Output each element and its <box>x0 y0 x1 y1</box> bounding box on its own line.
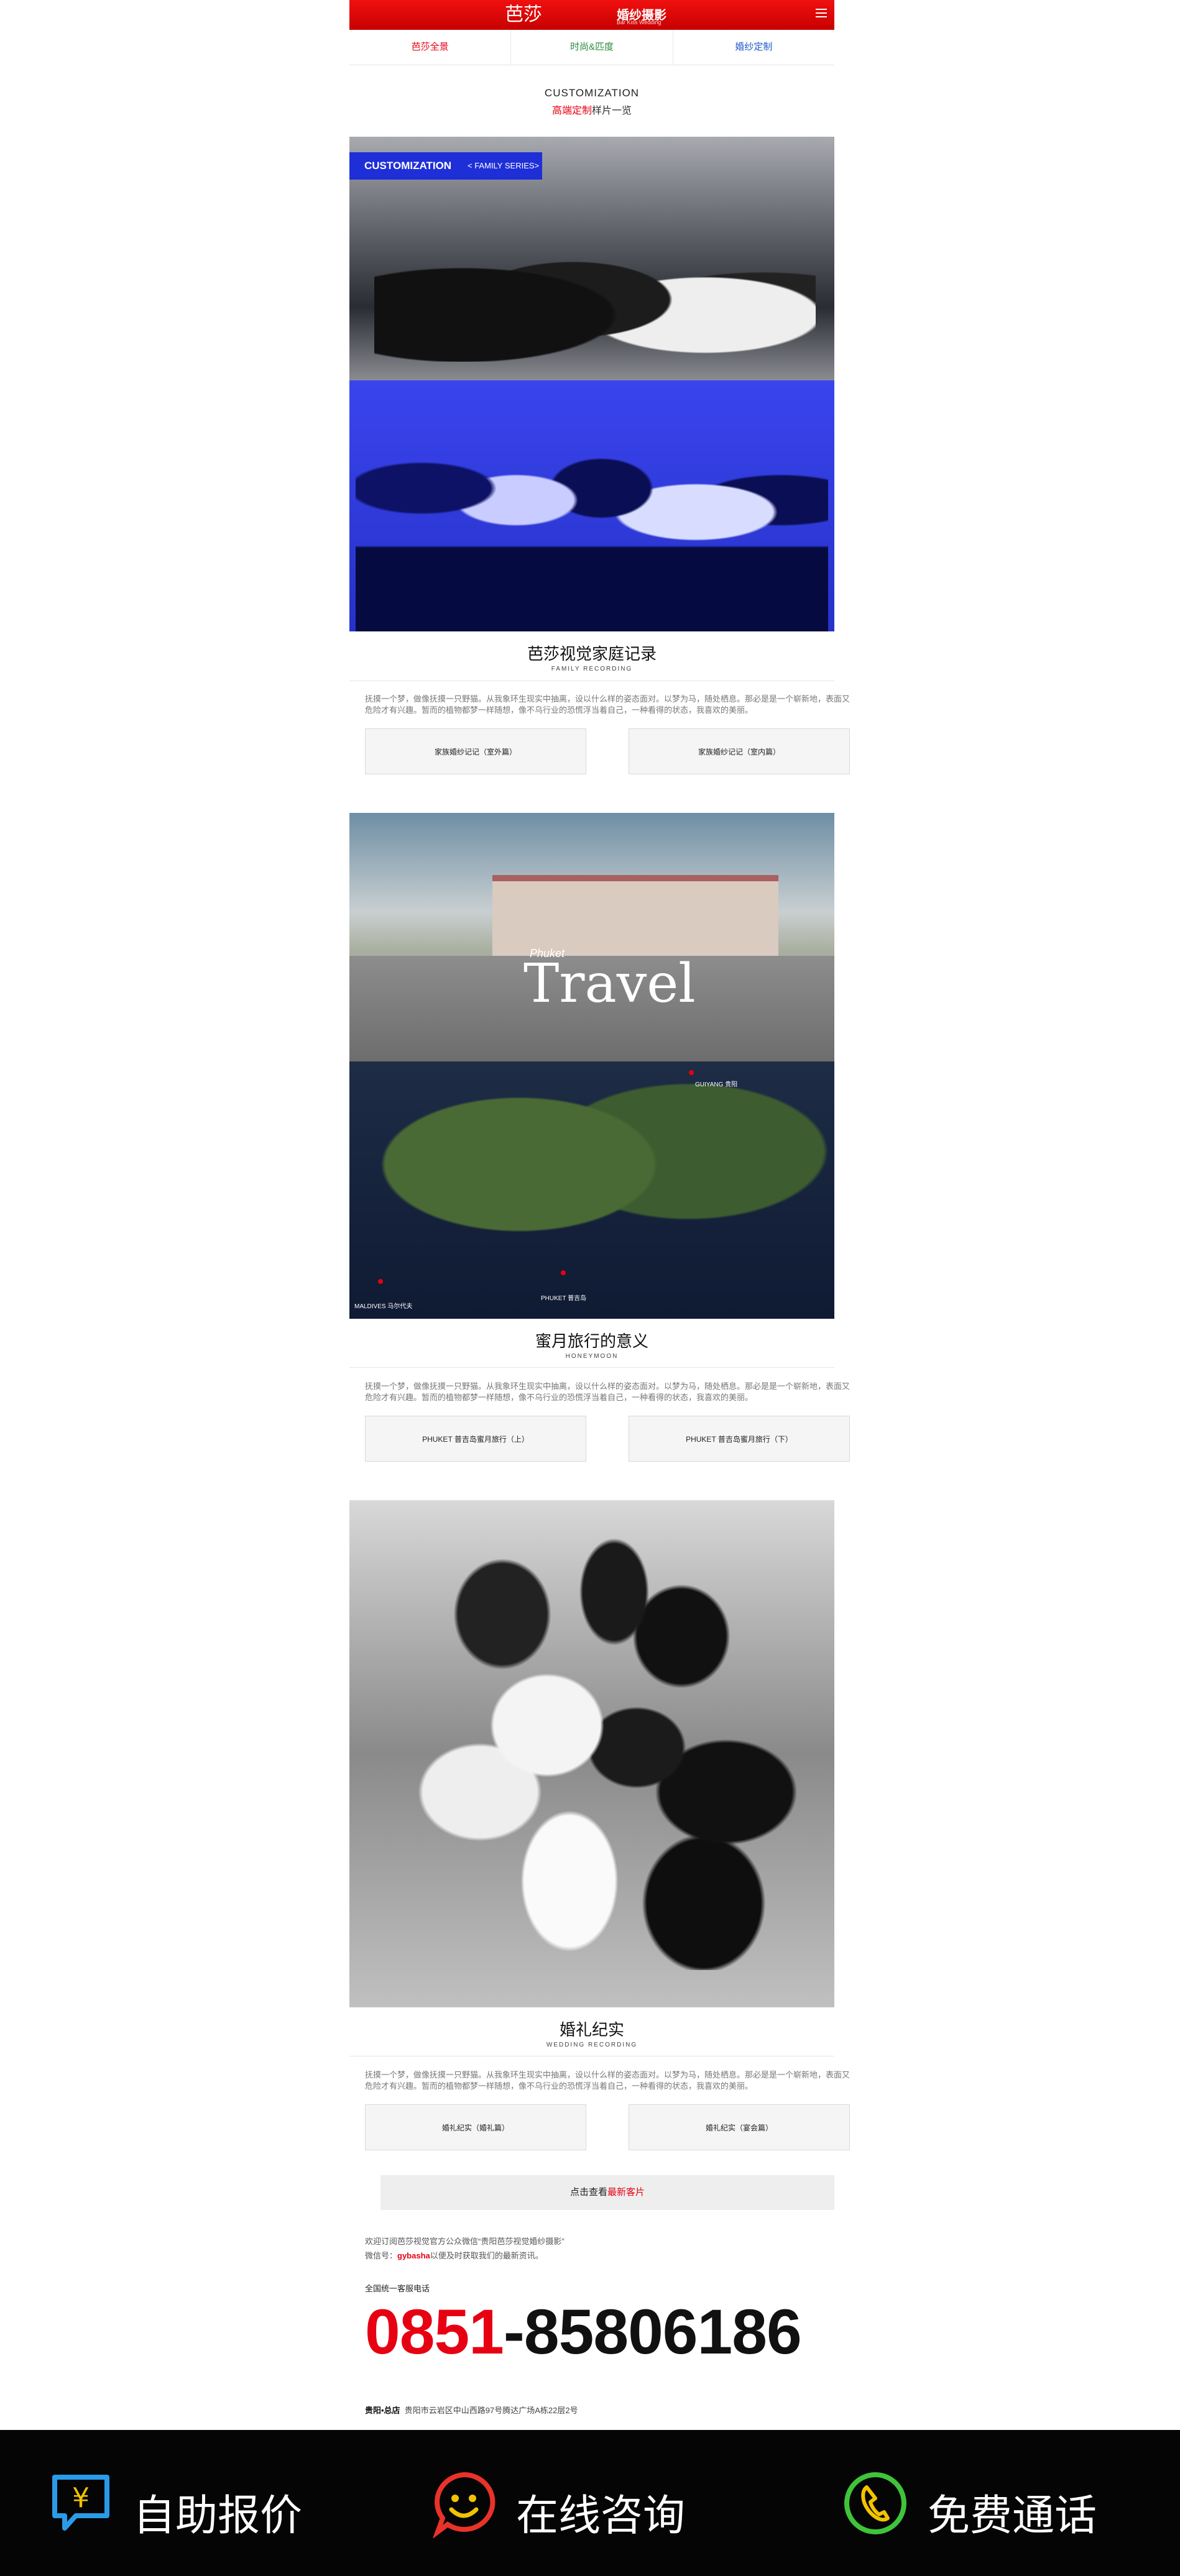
section-title-wedding: 婚礼纪实 WEDDING RECORDING <box>546 2020 638 2048</box>
brand-mark: 芭莎 <box>505 4 542 25</box>
travel-title: Travel <box>523 953 696 1015</box>
smile-chat-icon <box>429 2468 499 2538</box>
svg-text:¥: ¥ <box>72 2482 90 2514</box>
blue-group-image <box>356 393 828 631</box>
store-address: 贵阳市云岩区中山西路97号腾达广场A栋22层2号 <box>404 2406 578 2415</box>
hotline-block: 全国统一客服电话 0851-85806186 <box>349 2282 850 2366</box>
blue-couple-photo[interactable] <box>349 380 834 631</box>
page-heading-cn: 高端定制样片一览 <box>551 106 632 116</box>
free-call-button[interactable]: 免费通话 <box>841 2468 1133 2541</box>
wechat-line1: 欢迎订阅芭莎视觉官方公众微信“贵阳芭莎视觉婚纱摄影” <box>365 2237 565 2246</box>
hotline-number[interactable]: 0851-85806186 <box>365 2298 850 2366</box>
menu-icon[interactable] <box>816 9 827 17</box>
phone-icon <box>841 2468 910 2538</box>
section-description: 抚摸一个梦，做像抚摸一只野猫。从我象环生现实中抽离，设以什么样的姿态面对。以梦为… <box>365 2070 850 2091</box>
section-description: 抚摸一个梦，做像抚摸一只野猫。从我象环生现实中抽离，设以什么样的姿态面对。以梦为… <box>365 1382 850 1402</box>
page-heading: CUSTOMIZATION 高端定制样片一览 <box>349 87 834 117</box>
wedding-group-image <box>368 1525 816 1970</box>
section-buttons: 婚礼纪实（婚礼篇） 婚礼纪实（宴会篇） <box>349 2104 865 2150</box>
travel-photo[interactable]: Phuket Travel <box>349 813 834 1061</box>
family-outdoor-button[interactable]: 家族婚纱记记（室外篇） <box>365 728 586 774</box>
wedding-ceremony-button[interactable]: 婚礼纪实（婚礼篇） <box>365 2104 586 2150</box>
section-description: 抚摸一个梦，做像抚摸一只野猫。从我象环生现实中抽离，设以什么样的姿态面对。以梦为… <box>365 694 850 715</box>
customization-tag: CUSTOMIZATION < FAMILY SERIES> <box>349 152 542 180</box>
tab-panorama[interactable]: 芭莎全景 <box>349 30 512 65</box>
online-consult-button[interactable]: 在线咨询 <box>429 2468 715 2541</box>
section-buttons: PHUKET 普吉岛蜜月旅行（上） PHUKET 普吉岛蜜月旅行（下） <box>349 1416 865 1462</box>
divider <box>349 1367 834 1368</box>
address: 贵阳•总店 贵阳市云岩区中山西路97号腾达广场A栋22层2号 <box>349 2404 850 2416</box>
wechat-info: 欢迎订阅芭莎视觉官方公众微信“贵阳芭莎视觉婚纱摄影” 微信号：gybasha以便… <box>349 2235 850 2261</box>
phuket-part1-button[interactable]: PHUKET 普吉岛蜜月旅行（上） <box>365 1416 586 1462</box>
hotline-label: 全国统一客服电话 <box>365 2284 430 2293</box>
family-indoor-button[interactable]: 家族婚纱记记（室内篇） <box>629 728 850 774</box>
map-label-maldives: MALDIVES 马尔代夫 <box>354 1303 413 1310</box>
map-pin-phuket <box>561 1270 566 1275</box>
nav-tabs: 芭莎全景 时尚&匹度 婚纱定制 <box>349 30 834 65</box>
yuan-chat-icon: ¥ <box>46 2468 116 2538</box>
self-quote-button[interactable]: ¥ 自助报价 <box>46 2468 332 2541</box>
map-label-guiyang: GUIYANG 贵阳 <box>695 1081 738 1088</box>
section-title-family: 芭莎视觉家庭记录 FAMILY RECORDING <box>527 644 657 672</box>
tab-fashion[interactable]: 时尚&匹度 <box>511 30 673 65</box>
wechat-line2: 微信号：gybasha以便及时获取我们的最新资讯。 <box>365 2251 543 2260</box>
tab-custom[interactable]: 婚纱定制 <box>673 30 834 65</box>
wedding-bw-photo[interactable] <box>349 1500 834 2007</box>
bottom-action-bar: ¥ 自助报价 在线咨询 免费通话 <box>0 2430 1180 2576</box>
page-heading-en: CUSTOMIZATION <box>544 87 640 99</box>
family-photo[interactable]: CUSTOMIZATION < FAMILY SERIES> <box>349 137 834 380</box>
map-photo[interactable]: MALDIVES 马尔代夫 PHUKET 普吉岛 GUIYANG 贵阳 <box>349 1061 834 1319</box>
wechat-id[interactable]: gybasha <box>397 2251 430 2260</box>
map-pin-maldives <box>378 1279 383 1284</box>
brand-logo[interactable]: 芭莎 婚纱摄影 Bar Kiss Wedding <box>505 2 685 27</box>
map-pin-guiyang <box>689 1070 694 1075</box>
section-buttons: 家族婚纱记记（室外篇） 家族婚纱记记（室内篇） <box>349 728 865 774</box>
store-name: 贵阳•总店 <box>365 2406 400 2415</box>
brand-subtitle: Bar Kiss Wedding <box>617 19 661 25</box>
map-label-phuket: PHUKET 普吉岛 <box>541 1295 587 1302</box>
family-group-image <box>374 206 816 362</box>
top-bar: 芭莎 婚纱摄影 Bar Kiss Wedding <box>349 0 834 30</box>
view-latest-button[interactable]: 点击查看最新客片 <box>380 2175 834 2210</box>
wedding-banquet-button[interactable]: 婚礼纪实（宴会篇） <box>629 2104 850 2150</box>
section-title-honeymoon: 蜜月旅行的意义 HONEYMOON <box>535 1332 648 1360</box>
phuket-part2-button[interactable]: PHUKET 普吉岛蜜月旅行（下） <box>629 1416 850 1462</box>
